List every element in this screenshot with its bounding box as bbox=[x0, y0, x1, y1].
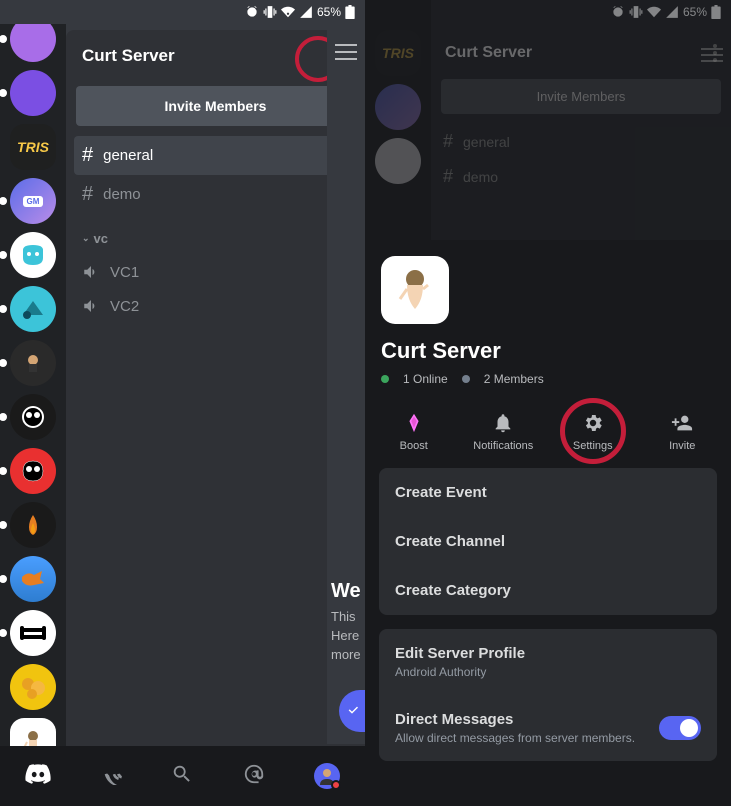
chevron-down-icon: ⌄ bbox=[82, 233, 90, 244]
server-rail: TRIS GM + bbox=[0, 24, 66, 746]
dim-server-name: Curt Server bbox=[445, 44, 532, 62]
action-boost[interactable]: Boost bbox=[374, 412, 454, 452]
welcome-line: more bbox=[331, 647, 365, 662]
tab-search[interactable] bbox=[171, 763, 193, 790]
dm-toggle[interactable] bbox=[659, 716, 701, 740]
welcome-line: Here bbox=[331, 628, 365, 643]
server-icon-0[interactable] bbox=[10, 24, 56, 62]
channel-general[interactable]: # general bbox=[74, 136, 357, 175]
status-bar-left: 65% bbox=[0, 0, 365, 24]
server-icon-6[interactable] bbox=[10, 340, 56, 386]
menu-create-event[interactable]: Create Event bbox=[379, 468, 717, 517]
server-sheet: Curt Server 1 Online 2 Members Boost Not… bbox=[365, 240, 731, 806]
menu-create-category[interactable]: Create Category bbox=[379, 566, 717, 615]
dimmed-background: TRIS Curt Server Invite Members #general… bbox=[365, 0, 731, 240]
action-notifications[interactable]: Notifications bbox=[463, 412, 543, 452]
menu-create-channel[interactable]: Create Channel bbox=[379, 517, 717, 566]
offline-dot-icon bbox=[462, 375, 470, 383]
menu-direct-messages[interactable]: Direct Messages Allow direct messages fr… bbox=[379, 695, 717, 761]
server-icon-8[interactable] bbox=[10, 448, 56, 494]
server-icon-9[interactable] bbox=[10, 502, 56, 548]
welcome-line: This bbox=[331, 609, 365, 624]
vibrate-icon bbox=[263, 5, 277, 19]
boost-icon bbox=[403, 412, 425, 434]
action-label: Settings bbox=[573, 440, 613, 452]
invite-members-button[interactable]: Invite Members bbox=[76, 86, 355, 126]
bell-icon bbox=[492, 412, 514, 434]
signal-icon bbox=[299, 5, 313, 19]
speaker-icon bbox=[82, 263, 100, 281]
welcome-title: We bbox=[331, 580, 365, 603]
server-icon-12[interactable] bbox=[10, 664, 56, 710]
gear-icon bbox=[582, 412, 604, 434]
channel-label: demo bbox=[103, 186, 141, 203]
hashtag-icon: # bbox=[82, 183, 93, 206]
dim-invite: Invite Members bbox=[441, 79, 721, 114]
voice-channel-vc1[interactable]: VC1 bbox=[74, 255, 357, 289]
menu-sublabel: Allow direct messages from server member… bbox=[395, 731, 635, 745]
channel-demo[interactable]: # demo bbox=[74, 175, 357, 214]
online-dot-icon bbox=[381, 375, 389, 383]
server-icon-1[interactable] bbox=[10, 70, 56, 116]
tab-profile[interactable] bbox=[314, 763, 340, 789]
sheet-server-icon bbox=[381, 256, 449, 324]
action-label: Notifications bbox=[473, 440, 533, 452]
battery-text: 65% bbox=[317, 5, 341, 19]
server-icon-13[interactable] bbox=[10, 718, 56, 746]
speaker-icon bbox=[82, 297, 100, 315]
action-label: Invite bbox=[669, 440, 695, 452]
bottom-tabbar bbox=[0, 746, 365, 806]
server-icon-4[interactable] bbox=[10, 232, 56, 278]
members-count: 2 Members bbox=[484, 372, 544, 386]
battery-icon bbox=[345, 5, 355, 19]
channel-panel: Curt Server Invite Members # general # d… bbox=[66, 30, 365, 746]
tab-mentions[interactable] bbox=[243, 763, 265, 790]
tab-friends[interactable] bbox=[100, 763, 122, 790]
invite-icon bbox=[671, 412, 693, 434]
server-icon-7[interactable] bbox=[10, 394, 56, 440]
menu-edit-server-profile[interactable]: Edit Server Profile Android Authority bbox=[379, 629, 717, 695]
server-name: Curt Server bbox=[82, 46, 175, 66]
wifi-icon bbox=[281, 5, 295, 19]
tab-discord[interactable] bbox=[25, 761, 51, 792]
server-icon-10[interactable] bbox=[10, 556, 56, 602]
channel-label: general bbox=[103, 147, 153, 164]
server-icon-11[interactable] bbox=[10, 610, 56, 656]
online-count: 1 Online bbox=[403, 372, 448, 386]
server-icon-2[interactable]: TRIS bbox=[10, 124, 56, 170]
action-label: Boost bbox=[400, 440, 428, 452]
channel-label: VC2 bbox=[110, 298, 139, 315]
sheet-title: Curt Server bbox=[381, 338, 715, 364]
server-icon-5[interactable] bbox=[10, 286, 56, 332]
action-settings[interactable]: Settings bbox=[553, 412, 633, 452]
hamburger-button[interactable] bbox=[335, 44, 357, 60]
action-invite[interactable]: Invite bbox=[642, 412, 722, 452]
server-icon-3[interactable]: GM bbox=[10, 178, 56, 224]
hashtag-icon: # bbox=[82, 144, 93, 167]
menu-sublabel: Android Authority bbox=[395, 665, 701, 679]
category-label: vc bbox=[94, 231, 108, 246]
menu-label: Edit Server Profile bbox=[395, 645, 701, 662]
voice-channel-vc2[interactable]: VC2 bbox=[74, 289, 357, 323]
category-vc[interactable]: ⌄ vc bbox=[82, 231, 108, 246]
menu-label: Direct Messages bbox=[395, 711, 635, 728]
alarm-icon bbox=[245, 5, 259, 19]
channel-label: VC1 bbox=[110, 264, 139, 281]
